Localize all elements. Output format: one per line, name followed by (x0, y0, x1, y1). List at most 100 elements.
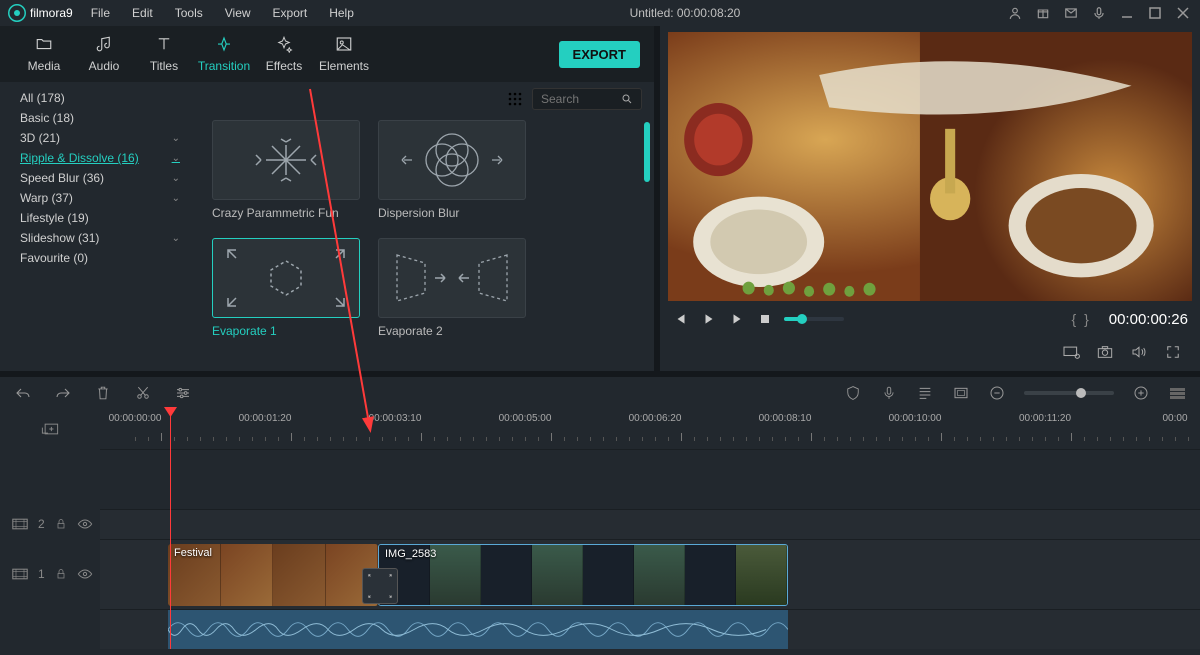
transition-item[interactable]: Dispersion Blur (378, 120, 526, 220)
tab-elements[interactable]: Elements (314, 35, 374, 73)
folder-icon (35, 35, 53, 53)
video-track-2[interactable] (100, 509, 1200, 539)
quality-icon[interactable] (1062, 343, 1080, 361)
video-track-1[interactable]: Festival IMG_2583 (100, 539, 1200, 609)
audio-clip[interactable] (168, 610, 788, 649)
zoom-out-icon[interactable] (988, 384, 1006, 402)
menubar-items: File Edit Tools View Export Help (81, 2, 364, 24)
dispersion-icon (392, 130, 512, 190)
menu-export[interactable]: Export (263, 2, 318, 24)
record-mic-icon[interactable] (880, 384, 898, 402)
tab-audio[interactable]: Audio (74, 35, 134, 73)
trash-icon[interactable] (94, 384, 112, 402)
zoom-in-icon[interactable] (1132, 384, 1150, 402)
ruler-tick: 00:00:00:00 (109, 413, 162, 424)
menu-edit[interactable]: Edit (122, 2, 163, 24)
clip-img2583[interactable]: IMG_2583 (378, 544, 788, 606)
redo-icon[interactable] (54, 384, 72, 402)
ruler-tick: 00:00 (1162, 413, 1187, 424)
volume-slider[interactable] (784, 317, 844, 321)
sidebar-item-label: Basic (18) (20, 111, 74, 125)
add-track-icon[interactable] (41, 420, 59, 438)
sidebar-item-label: Ripple & Dissolve (16) (20, 151, 139, 165)
minimize-icon[interactable] (1118, 4, 1136, 22)
fit-icon[interactable] (1168, 384, 1186, 402)
grid-view-icon[interactable] (508, 92, 522, 106)
mixer-icon[interactable] (916, 384, 934, 402)
lock-icon[interactable] (55, 518, 67, 530)
tab-titles-label: Titles (150, 59, 178, 73)
search-input[interactable] (541, 92, 617, 106)
timeline-toolbar (0, 371, 1200, 409)
sidebar-item-speed-blur[interactable]: Speed Blur (36)⌄ (0, 168, 200, 188)
sidebar-item-label: Slideshow (31) (20, 231, 99, 245)
tab-elements-label: Elements (319, 59, 369, 73)
search-box[interactable] (532, 88, 642, 110)
scrollbar[interactable] (644, 122, 650, 182)
clip-festival[interactable]: Festival (168, 544, 378, 606)
sidebar-item-warp[interactable]: Warp (37)⌄ (0, 188, 200, 208)
chevron-down-icon: ⌄ (172, 193, 180, 204)
lock-icon[interactable] (55, 568, 67, 580)
message-icon[interactable] (1062, 4, 1080, 22)
search-icon (621, 93, 633, 105)
user-icon[interactable] (1006, 4, 1024, 22)
markers-button[interactable]: { } (1072, 311, 1091, 327)
sidebar-item-label: Favourite (0) (20, 251, 88, 265)
app-logo: filmora9 (0, 4, 81, 22)
drag-arrow-annotation (280, 79, 400, 459)
prev-frame-button[interactable] (672, 310, 690, 328)
close-icon[interactable] (1174, 4, 1192, 22)
tab-media[interactable]: Media (14, 35, 74, 73)
menu-file[interactable]: File (81, 2, 120, 24)
sparkle-icon (275, 35, 293, 53)
stop-button[interactable] (756, 310, 774, 328)
tab-media-label: Media (28, 59, 61, 73)
preview-panel: { } 00:00:00:26 (660, 26, 1200, 371)
sidebar-item-favourite[interactable]: Favourite (0) (0, 248, 200, 268)
text-icon (155, 35, 173, 53)
tab-effects[interactable]: Effects (254, 35, 314, 73)
menu-tools[interactable]: Tools (165, 2, 213, 24)
cut-icon[interactable] (134, 384, 152, 402)
transition-item[interactable]: Evaporate 2 (378, 238, 526, 338)
ruler-tick: 00:00:10:00 (889, 413, 942, 424)
play-left-button[interactable] (700, 310, 718, 328)
adjust-icon[interactable] (174, 384, 192, 402)
snapshot-icon[interactable] (1096, 343, 1114, 361)
gallery-header (200, 82, 654, 116)
tab-transition[interactable]: Transition (194, 35, 254, 73)
tab-transition-label: Transition (198, 59, 250, 73)
tab-titles[interactable]: Titles (134, 35, 194, 73)
sidebar-item-ripple-dissolve[interactable]: Ripple & Dissolve (16)⌄ (0, 148, 200, 168)
evap2-icon (387, 243, 517, 313)
sidebar-item-3d[interactable]: 3D (21)⌄ (0, 128, 200, 148)
menu-view[interactable]: View (215, 2, 261, 24)
export-button[interactable]: EXPORT (559, 41, 640, 68)
sidebar-item-all[interactable]: All (178) (0, 88, 200, 108)
sidebar-item-basic[interactable]: Basic (18) (0, 108, 200, 128)
frame-icon[interactable] (952, 384, 970, 402)
undo-icon[interactable] (14, 384, 32, 402)
sidebar-item-label: Lifestyle (19) (20, 211, 89, 225)
gift-icon[interactable] (1034, 4, 1052, 22)
sidebar-item-label: Speed Blur (36) (20, 171, 104, 185)
play-button[interactable] (728, 310, 746, 328)
eye-icon[interactable] (77, 568, 93, 580)
transition-chip[interactable] (362, 568, 398, 604)
eye-icon[interactable] (77, 518, 93, 530)
menu-help[interactable]: Help (319, 2, 364, 24)
video-track-icon (12, 568, 28, 580)
maximize-icon[interactable] (1146, 4, 1164, 22)
menubar: filmora9 File Edit Tools View Export Hel… (0, 0, 1200, 26)
sidebar-item-lifestyle[interactable]: Lifestyle (19) (0, 208, 200, 228)
timeline-ruler[interactable]: 00:00:00:00 00:00:01:20 00:00:03:10 00:0… (100, 409, 1200, 449)
speaker-icon[interactable] (1130, 343, 1148, 361)
zoom-slider[interactable] (1024, 391, 1114, 395)
sidebar-item-slideshow[interactable]: Slideshow (31)⌄ (0, 228, 200, 248)
shield-icon[interactable] (844, 384, 862, 402)
fullscreen-icon[interactable] (1164, 343, 1182, 361)
playhead[interactable] (170, 409, 171, 649)
mic-icon[interactable] (1090, 4, 1108, 22)
audio-track[interactable] (100, 609, 1200, 649)
